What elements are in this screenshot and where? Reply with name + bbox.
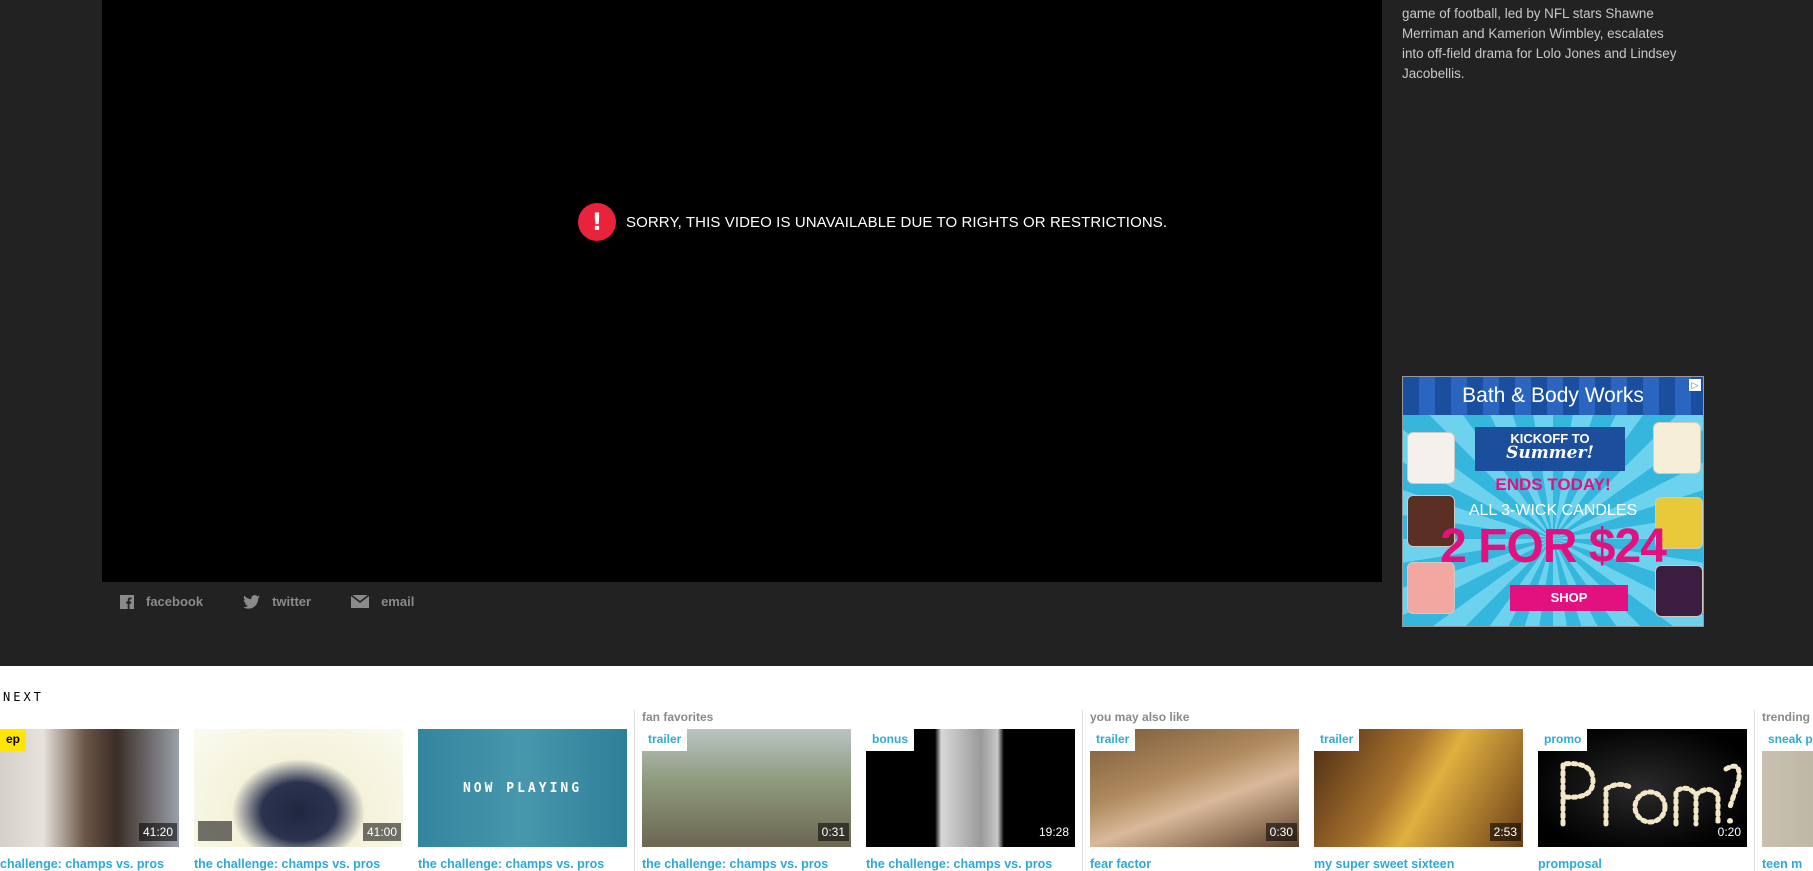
video-type-tag: trailer [1090,729,1136,751]
ad-headline-script: Summer! [1506,443,1594,463]
ad-brand: Bath & Body Works [1403,377,1703,415]
video-card-now-playing[interactable]: NOW PLAYING the challenge: champs vs. pr… [418,729,627,871]
ad-headline: KICKOFF TO Summer! [1475,427,1625,471]
video-title[interactable]: my super sweet sixteen [1314,857,1523,871]
video-type-tag: bonus [866,729,914,751]
duration-badge: 2:53 [1489,823,1521,841]
video-section: ! SORRY, THIS VIDEO IS UNAVAILABLE DUE T… [0,0,1813,666]
duration-badge: 0:31 [817,823,849,841]
duration-badge: 41:20 [138,823,177,841]
video-thumbnail[interactable]: promo 0:20 [1538,729,1747,847]
video-card[interactable]: ep 41:20 challenge: champs vs. pros [0,729,179,871]
facebook-label: facebook [146,594,204,609]
duration-badge: 41:00 [362,823,401,841]
section-label-trending: trending [1762,710,1810,724]
section-divider [1754,710,1755,871]
facebook-icon [120,594,134,609]
video-title[interactable]: fear factor [1090,857,1299,871]
section-label-fan-favorites: fan favorites [642,710,714,724]
video-title[interactable]: the challenge: champs vs. pros [642,857,851,871]
video-thumbnail[interactable]: trailer 0:30 [1090,729,1299,847]
video-card[interactable]: bonus 19:28 the challenge: champs vs. pr… [866,729,1075,871]
episode-tag: ep [0,729,27,751]
key-lock-icon [198,821,232,841]
description-line: Merriman and Kamerion Wimbley, escalates [1402,26,1664,41]
video-card[interactable]: sneak p teen m [1762,729,1813,871]
advertisement-banner[interactable]: Bath & Body Works ▷ KICKOFF TO Summer! E… [1402,376,1704,627]
ad-shop-button[interactable]: SHOP [1510,585,1628,611]
video-type-tag: promo [1538,729,1588,751]
section-label-you-may-also-like: you may also like [1090,710,1190,724]
ad-price: 2 FOR $24 [1440,520,1667,573]
video-card[interactable]: 41:00 the challenge: champs vs. pros [194,729,403,871]
section-divider [634,710,635,871]
video-title[interactable]: the challenge: champs vs. pros [866,857,1075,871]
alert-icon: ! [578,203,616,241]
video-title[interactable]: teen m [1762,857,1813,871]
email-label: email [381,594,415,609]
section-divider [1082,710,1083,871]
duration-badge: 0:20 [1713,823,1745,841]
video-thumbnail[interactable]: ep 41:20 [0,729,179,847]
video-thumbnail[interactable]: bonus 19:28 [866,729,1075,847]
share-bar: facebook twitter email [120,594,454,609]
up-next-rail: NEXT fan favorites you may also like tre… [0,666,1813,871]
video-title[interactable]: the challenge: champs vs. pros [418,857,627,871]
ad-offer: ALL 3-WICK CANDLES [1468,502,1638,519]
now-playing-overlay: NOW PLAYING [418,729,627,847]
description-line: into off-field drama for Lolo Jones and … [1402,46,1677,61]
video-card[interactable]: trailer 0:31 the challenge: champs vs. p… [642,729,851,871]
video-thumbnail[interactable]: trailer 2:53 [1314,729,1523,847]
description-line: Jacobellis. [1402,66,1465,81]
error-message: SORRY, THIS VIDEO IS UNAVAILABLE DUE TO … [626,213,1168,231]
video-thumbnail[interactable]: trailer 0:31 [642,729,851,847]
share-twitter-button[interactable]: twitter [243,594,311,609]
video-player[interactable]: ! SORRY, THIS VIDEO IS UNAVAILABLE DUE T… [102,0,1382,582]
video-card[interactable]: trailer 0:30 fear factor [1090,729,1299,871]
video-card[interactable]: promo 0:20 promposal [1538,729,1747,871]
video-type-tag: trailer [642,729,688,751]
email-icon [351,595,370,608]
adchoices-icon[interactable]: ▷ [1689,379,1701,391]
duration-badge: 0:30 [1265,823,1297,841]
duration-badge: 19:28 [1034,823,1073,841]
description-line: game of football, led by NFL stars Shawn… [1402,6,1654,21]
twitter-label: twitter [272,594,312,609]
share-facebook-button[interactable]: facebook [120,594,203,609]
ad-ends-today: ENDS TODAY! [1495,475,1611,494]
video-type-tag: trailer [1314,729,1360,751]
video-title[interactable]: challenge: champs vs. pros [0,857,179,871]
video-card[interactable]: trailer 2:53 my super sweet sixteen [1314,729,1523,871]
video-description: game of football, led by NFL stars Shawn… [1402,4,1702,84]
video-thumbnail[interactable]: sneak p [1762,729,1813,847]
video-type-tag: sneak p [1762,729,1813,751]
error-message-container: ! SORRY, THIS VIDEO IS UNAVAILABLE DUE T… [578,203,1167,241]
share-email-button[interactable]: email [351,594,414,609]
up-next-label: NEXT [3,690,44,704]
twitter-icon [243,594,260,609]
video-thumbnail[interactable]: NOW PLAYING [418,729,627,847]
video-title[interactable]: promposal [1538,857,1747,871]
video-thumbnail[interactable]: 41:00 [194,729,403,847]
candle-image [1653,422,1701,474]
video-title[interactable]: the challenge: champs vs. pros [194,857,403,871]
